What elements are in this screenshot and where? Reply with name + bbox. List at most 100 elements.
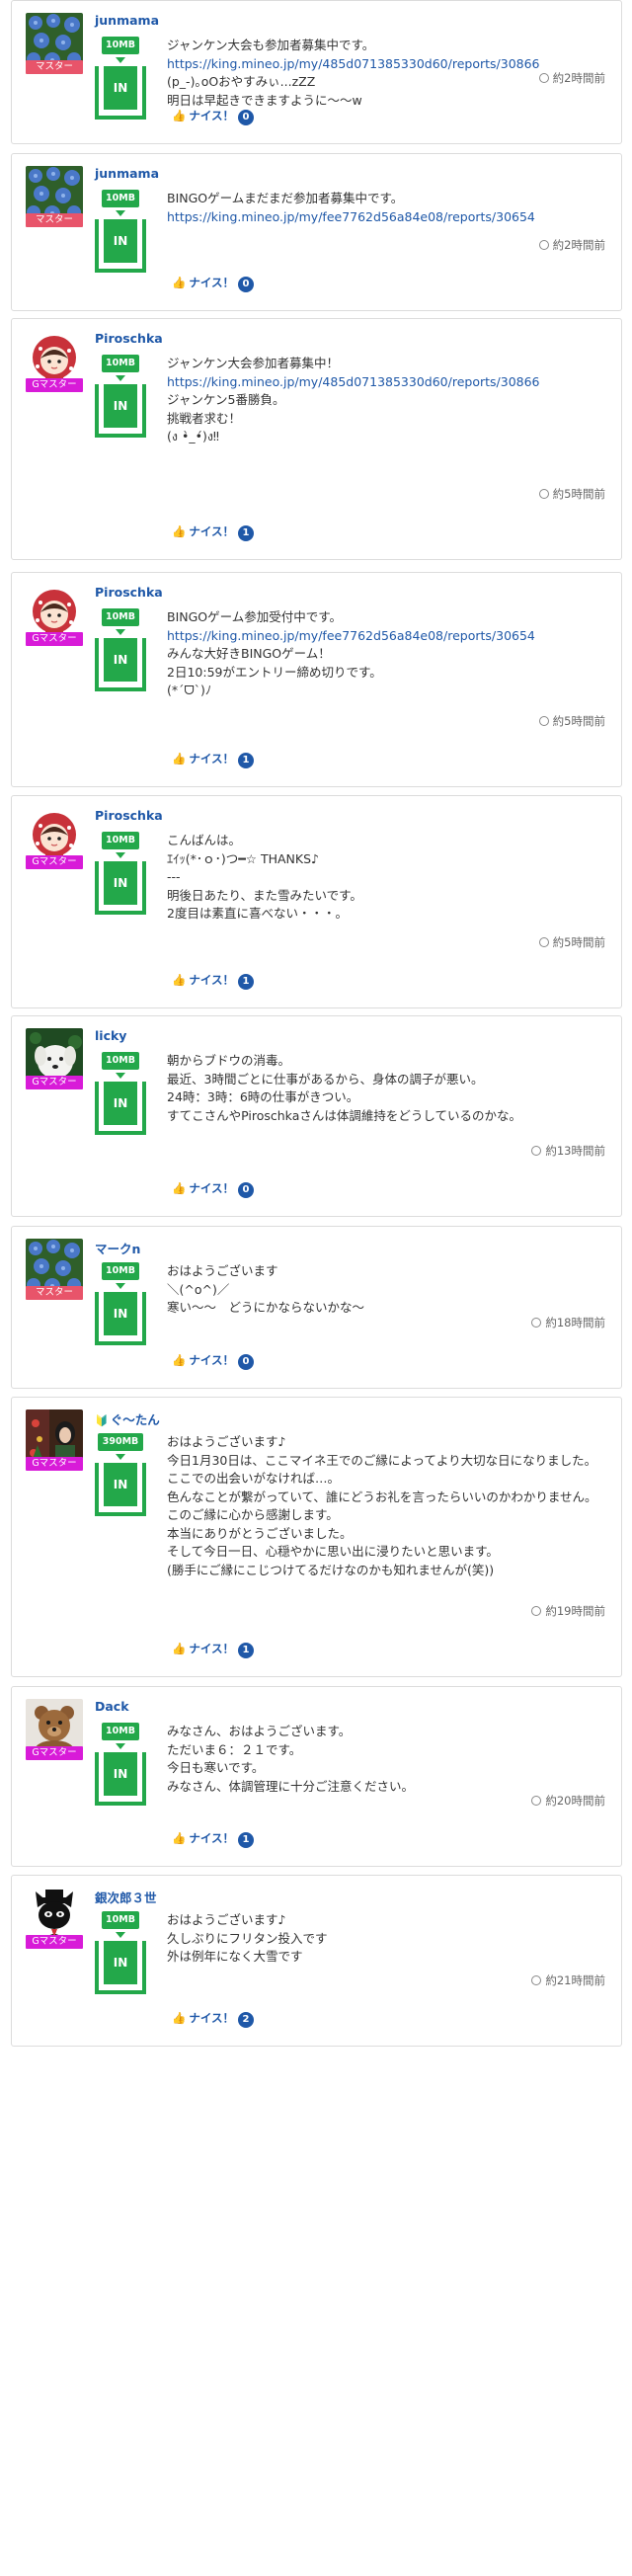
post-time-text: 約5時間前 (552, 714, 605, 728)
gift-amount-badge: 10MB (102, 1911, 139, 1929)
nice-label: ナイス！ (189, 2011, 234, 2025)
gift-amount-badge: 10MB (102, 37, 139, 54)
report-body: おはようございます♪ 今日1月30日は、ここマイネ王でのご縁によってより大切な日に… (167, 1433, 607, 1579)
nice-button[interactable]: 👍 ナイス！ 2 (172, 2010, 254, 2028)
thumbs-up-icon: 👍 (172, 1642, 187, 1655)
username-link[interactable]: Piroschka (95, 331, 163, 346)
body-line: BINGOゲームまだまだ参加者募集中です。 (167, 191, 404, 205)
thumbs-up-icon: 👍 (172, 2011, 187, 2025)
body-line: ＼(^o^)／ (167, 1281, 230, 1297)
body-line: BINGOゲーム参加受付中です。 (167, 609, 343, 624)
post-time-text: 約2時間前 (552, 71, 605, 85)
username-link[interactable]: junmama (95, 166, 159, 181)
nice-label: ナイス！ (189, 1353, 234, 1367)
username-text: 銀次郎３世 (95, 1891, 157, 1905)
post-time-text: 約2時間前 (552, 238, 605, 252)
in-label: IN (104, 1941, 137, 1984)
post-time-text: 約13時間前 (545, 1144, 605, 1158)
username-text: マークn (95, 1242, 141, 1256)
nice-button[interactable]: 👍 ナイス！ 1 (172, 1641, 254, 1658)
nice-button[interactable]: 👍 ナイス！ 0 (172, 1180, 254, 1198)
username-text: Dack (95, 1699, 129, 1714)
body-line: みなさん、おはようございます。 (167, 1724, 352, 1738)
nice-button[interactable]: 👍 ナイス！ 0 (172, 108, 254, 125)
nice-count-badge: 1 (237, 1643, 254, 1658)
post-time: 約18時間前 (531, 1315, 605, 1330)
report-link[interactable]: https://king.mineo.jp/my/485d071385330d6… (167, 373, 607, 392)
thumbs-up-icon: 👍 (172, 973, 187, 987)
role-badge: Gマスター (26, 1746, 83, 1760)
nice-label: ナイス！ (189, 109, 234, 122)
clock-icon (531, 1318, 542, 1328)
nice-button[interactable]: 👍 ナイス！ 0 (172, 1352, 254, 1370)
in-tank-icon: IN (95, 384, 146, 438)
username-link[interactable]: Piroschka (95, 808, 163, 823)
body-line: ここでの出会いがなければ…。 (167, 1471, 341, 1486)
body-line: 外は例年になく大雪です (167, 1949, 303, 1964)
body-line: みんな大好きBINGOゲーム！ (167, 646, 331, 661)
body-line: そして今日一日、心穏やかに思い出に浸りたいと思います。 (167, 1544, 499, 1559)
nice-button[interactable]: 👍 ナイス！ 1 (172, 972, 254, 990)
nice-button[interactable]: 👍 ナイス！ 1 (172, 751, 254, 768)
body-line: --- (167, 869, 181, 884)
gift-amount-badge: 10MB (102, 190, 139, 207)
clock-icon (538, 73, 549, 83)
nice-button[interactable]: 👍 ナイス！ 0 (172, 275, 254, 292)
in-tank-icon: IN (95, 1292, 146, 1345)
in-tank-icon: IN (95, 1941, 146, 1994)
username-link[interactable]: Piroschka (95, 585, 163, 600)
report-link[interactable]: https://king.mineo.jp/my/fee7762d56a84e0… (167, 208, 607, 227)
packet-gift-widget: 10MB IN (95, 1262, 146, 1345)
arrow-down-icon (116, 852, 125, 858)
report-body: おはようございます ＼(^o^)／ 寒い〜〜 どうにかならないかな〜 (167, 1262, 607, 1318)
body-line: ジャンケン大会参加者募集中！ (167, 356, 340, 370)
nice-count-badge: 1 (237, 1832, 254, 1848)
post-time: 約5時間前 (538, 486, 605, 502)
body-line: 最近、3時間ごとに仕事があるから、身体の調子が悪い。 (167, 1071, 484, 1087)
nice-label: ナイス！ (189, 973, 234, 987)
in-label: IN (104, 638, 137, 682)
body-line: ｴｲｯ(*･ｏ･)つ━☆ THANKS♪ (167, 850, 320, 866)
report-body: みなさん、おはようございます。 ただいま６：２１です。 今日も寒いです。 みなさん、体… (167, 1723, 607, 1796)
in-label: IN (104, 384, 137, 428)
username-link[interactable]: 🔰 ぐ〜たん (95, 1409, 160, 1428)
clock-icon (531, 1606, 542, 1616)
username-text: Piroschka (95, 585, 163, 600)
username-link[interactable]: licky (95, 1028, 126, 1043)
body-line: おはようございます (167, 1263, 278, 1278)
clock-icon (538, 716, 549, 726)
packet-gift-widget: 10MB IN (95, 832, 146, 915)
report-link[interactable]: https://king.mineo.jp/my/fee7762d56a84e0… (167, 627, 607, 646)
nice-count-badge: 1 (237, 753, 254, 768)
role-badge: Gマスター (26, 632, 83, 646)
body-line: こんばんは。 (167, 833, 242, 847)
thumbs-up-icon: 👍 (172, 1353, 187, 1367)
packet-gift-widget: 390MB IN (95, 1433, 146, 1516)
username-link[interactable]: 銀次郎３世 (95, 1888, 157, 1906)
thumbs-up-icon: 👍 (172, 1831, 187, 1845)
clock-icon (538, 937, 549, 947)
thumbs-up-icon: 👍 (172, 524, 187, 538)
nice-button[interactable]: 👍 ナイス！ 1 (172, 1830, 254, 1848)
post-time-text: 約20時間前 (545, 1794, 605, 1808)
clock-icon (538, 240, 549, 250)
nice-count-badge: 1 (237, 525, 254, 541)
role-badge: マスター (26, 1286, 83, 1300)
nice-count-badge: 0 (237, 1354, 254, 1370)
in-label: IN (104, 1292, 137, 1335)
report-body: BINGOゲーム参加受付中です。 https://king.mineo.jp/my… (167, 608, 607, 700)
username-text: Piroschka (95, 808, 163, 823)
arrow-down-icon (116, 57, 125, 63)
nice-button[interactable]: 👍 ナイス！ 1 (172, 523, 254, 541)
username-link[interactable]: Dack (95, 1699, 129, 1714)
in-tank-icon: IN (95, 66, 146, 120)
username-link[interactable]: junmama (95, 13, 159, 28)
in-label: IN (104, 1082, 137, 1125)
clock-icon (531, 1975, 542, 1985)
packet-gift-widget: 10MB IN (95, 1911, 146, 1994)
username-text: junmama (95, 13, 160, 28)
nice-count-badge: 0 (237, 277, 254, 292)
username-link[interactable]: マークn (95, 1239, 140, 1257)
role-badge: Gマスター (26, 855, 83, 869)
in-label: IN (104, 1463, 137, 1506)
